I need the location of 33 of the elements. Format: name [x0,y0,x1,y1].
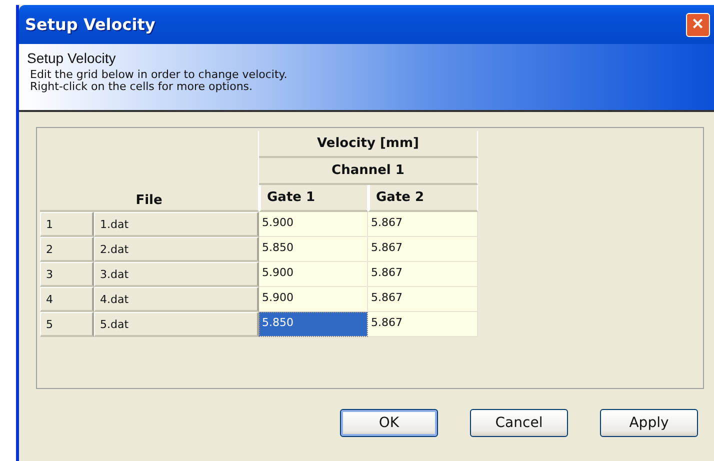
file-cell: 4.dat [94,287,259,312]
velocity-cell[interactable]: 5.850 [259,237,368,262]
file-cell: 1.dat [94,212,259,237]
velocity-cell[interactable]: 5.867 [368,312,478,337]
row-number-cell: 5 [40,312,94,337]
dialog-button[interactable]: OK [340,409,438,437]
row-number-cell: 4 [40,287,94,312]
velocity-cell[interactable]: 5.900 [259,287,368,312]
row-number-cell: 2 [40,237,94,262]
velocity-cell[interactable]: 5.867 [368,237,478,262]
instruction-text: Right-click on the cells for more options. [30,81,253,93]
header-title: Setup Velocity [27,50,117,66]
file-cell: 5.dat [94,312,259,337]
velocity-cell[interactable]: 5.867 [368,262,478,287]
column-header: Channel 1 [259,158,478,185]
close-button[interactable]: ✕ [686,12,710,36]
window-title: Setup Velocity [25,15,156,34]
dialog-button[interactable]: Cancel [470,409,568,437]
velocity-cell[interactable]: 5.900 [259,212,368,237]
row-number-cell: 3 [40,262,94,287]
velocity-cell[interactable]: 5.867 [368,287,478,312]
file-cell: 3.dat [94,262,259,287]
velocity-cell[interactable]: 5.850 [259,312,368,337]
column-header: Gate 1 [259,185,368,212]
row-number-cell: 1 [40,212,94,237]
velocity-cell[interactable]: 5.900 [259,262,368,287]
instruction-text: Edit the grid below in order to change velocity. [30,69,288,81]
velocity-cell[interactable]: 5.867 [368,212,478,237]
column-header: File [40,131,259,212]
file-cell: 2.dat [94,237,259,262]
column-header: Velocity [mm] [259,131,478,158]
dialog-button[interactable]: Apply [600,409,698,437]
column-header: Gate 2 [368,185,478,212]
